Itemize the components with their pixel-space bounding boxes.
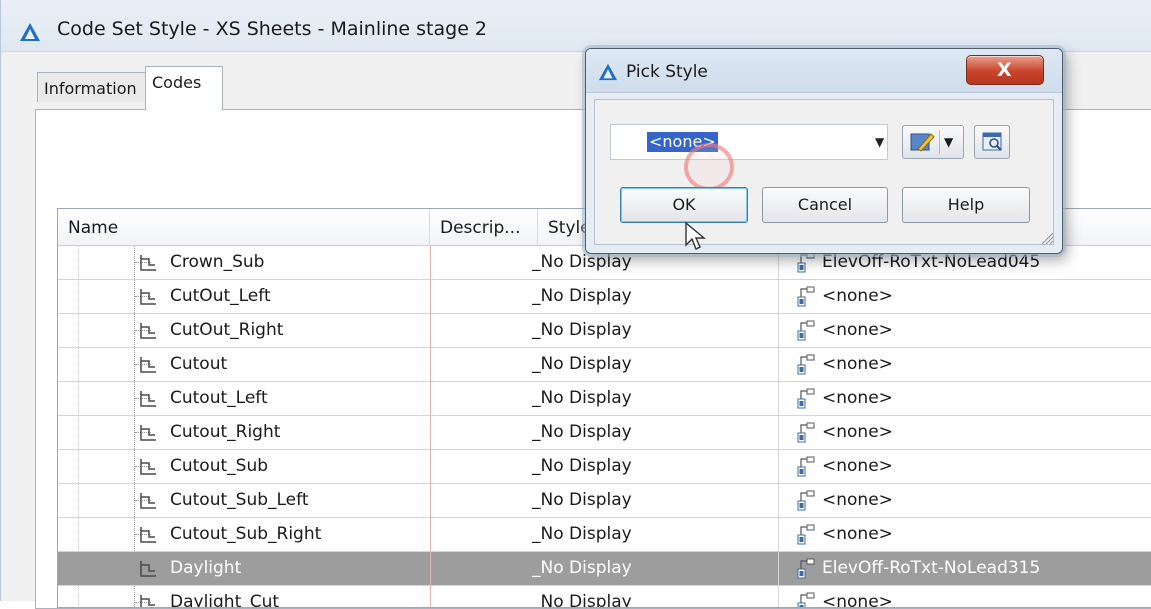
dialog-body	[594, 99, 1054, 245]
code-name-cell: Cutout_Sub_Right	[170, 524, 322, 544]
table-row[interactable]: Cutout_Sub_Left _No Display <none>	[58, 484, 1151, 518]
code-item-icon	[140, 459, 156, 475]
column-separator	[430, 246, 431, 607]
edit-style-icon	[910, 133, 935, 152]
table-row[interactable]: Cutout_Right _No Display <none>	[58, 416, 1151, 450]
code-style-cell[interactable]: _No Display	[532, 484, 777, 517]
label-style-icon[interactable]	[796, 490, 816, 512]
chevron-down-icon[interactable]: ▼	[944, 135, 953, 149]
label-style-icon[interactable]	[796, 592, 816, 608]
code-name-cell: Cutout_Sub_Left	[170, 490, 309, 510]
autocad-logo-icon	[598, 63, 618, 81]
codes-table: Name Descrip... Style Crown_Sub _No Displ…	[57, 208, 1151, 608]
code-name-cell: Cutout_Left	[170, 388, 268, 408]
code-style-cell[interactable]: _No Display	[532, 280, 777, 313]
column-header-name[interactable]: Name	[58, 209, 430, 246]
code-style-cell[interactable]: _No Display	[532, 348, 777, 381]
code-style-cell[interactable]: _No Display	[532, 450, 777, 483]
resize-grip-icon[interactable]	[1040, 231, 1054, 245]
table-row[interactable]: Cutout_Sub _No Display <none>	[58, 450, 1151, 484]
table-row[interactable]: Daylight _No Display ElevOff-RoTxt-NoLead3…	[58, 552, 1151, 586]
cancel-button[interactable]: Cancel	[762, 187, 888, 223]
code-name-cell: Daylight_Cut	[170, 592, 280, 608]
code-style-cell[interactable]: _No Display	[532, 314, 777, 347]
table-row[interactable]: Cutout_Sub_Right _No Display <none>	[58, 518, 1151, 552]
code-item-icon	[140, 391, 156, 407]
code-item-icon	[140, 255, 156, 271]
click-indicator	[684, 143, 734, 191]
code-item-icon	[140, 323, 156, 339]
code-item-icon	[140, 357, 156, 373]
tab-information[interactable]: Information	[37, 72, 147, 102]
label-style-cell[interactable]: <none>	[822, 518, 1151, 551]
autocad-logo-icon	[20, 23, 40, 41]
code-name-cell: CutOut_Right	[170, 320, 284, 340]
code-name-cell: Crown_Sub	[170, 252, 265, 272]
preview-button[interactable]	[974, 125, 1010, 159]
label-style-cell[interactable]: <none>	[822, 586, 1151, 607]
code-name-cell: Daylight	[170, 558, 242, 578]
label-style-cell[interactable]: ElevOff-RoTxt-NoLead315	[822, 552, 1151, 585]
edit-style-button[interactable]: ▼	[902, 125, 964, 159]
button-divider	[939, 130, 940, 154]
close-button[interactable]: X	[966, 55, 1044, 85]
help-button[interactable]: Help	[902, 187, 1030, 223]
code-item-icon	[140, 289, 156, 305]
mouse-cursor-icon	[685, 221, 706, 250]
window-title-bar: Code Set Style - XS Sheets - Mainline st…	[1, 0, 1151, 52]
code-style-cell[interactable]: _No Display	[532, 518, 777, 551]
label-style-cell[interactable]: <none>	[822, 450, 1151, 483]
tab-codes[interactable]: Codes	[145, 66, 223, 110]
column-header-description[interactable]: Descrip...	[430, 209, 538, 246]
pick-style-dialog: Pick Style X <none> ▼ ▼ OK Cancel Help	[585, 48, 1063, 254]
code-style-cell[interactable]: _No Display	[532, 416, 777, 449]
code-set-style-window: Code Set Style - XS Sheets - Mainline st…	[0, 0, 1151, 609]
label-style-cell[interactable]: <none>	[822, 382, 1151, 415]
preview-icon	[982, 132, 1002, 151]
table-row[interactable]: CutOut_Left _No Display <none>	[58, 280, 1151, 314]
label-style-icon[interactable]	[796, 456, 816, 478]
code-style-cell[interactable]: _No Display	[532, 382, 777, 415]
label-style-icon[interactable]	[796, 558, 816, 580]
column-separator	[778, 246, 779, 607]
label-style-icon[interactable]	[796, 354, 816, 376]
table-row[interactable]: CutOut_Right _No Display <none>	[58, 314, 1151, 348]
table-row[interactable]: Cutout _No Display <none>	[58, 348, 1151, 382]
code-name-cell: Cutout	[170, 354, 228, 374]
chevron-down-icon[interactable]: ▼	[875, 135, 884, 149]
dialog-title-bar[interactable]: Pick Style X	[586, 49, 1062, 93]
label-style-icon[interactable]	[796, 422, 816, 444]
label-style-cell[interactable]: <none>	[822, 280, 1151, 313]
label-style-cell[interactable]: <none>	[822, 416, 1151, 449]
code-item-icon	[140, 425, 156, 441]
code-item-icon	[140, 527, 156, 543]
close-icon: X	[997, 59, 1012, 81]
label-style-cell[interactable]: <none>	[822, 348, 1151, 381]
style-select[interactable]: <none> ▼	[610, 124, 888, 160]
label-style-cell[interactable]: <none>	[822, 484, 1151, 517]
label-style-cell[interactable]: <none>	[822, 314, 1151, 347]
window-title: Code Set Style - XS Sheets - Mainline st…	[57, 18, 488, 40]
code-name-cell: Cutout_Right	[170, 422, 281, 442]
code-item-icon	[140, 493, 156, 509]
code-item-icon	[140, 561, 156, 577]
code-name-cell: Cutout_Sub	[170, 456, 269, 476]
dialog-title: Pick Style	[626, 62, 708, 82]
label-style-icon[interactable]	[796, 524, 816, 546]
label-style-icon[interactable]	[796, 286, 816, 308]
label-style-icon[interactable]	[796, 320, 816, 342]
code-style-cell[interactable]: _No Display	[532, 552, 777, 585]
code-style-cell[interactable]: _No Display	[532, 586, 777, 607]
label-style-icon[interactable]	[796, 388, 816, 410]
label-style-icon[interactable]	[796, 252, 816, 274]
table-row[interactable]: Daylight_Cut _No Display <none>	[58, 586, 1151, 608]
code-name-cell: CutOut_Left	[170, 286, 271, 306]
table-row[interactable]: Cutout_Left _No Display <none>	[58, 382, 1151, 416]
ok-button[interactable]: OK	[620, 187, 748, 223]
